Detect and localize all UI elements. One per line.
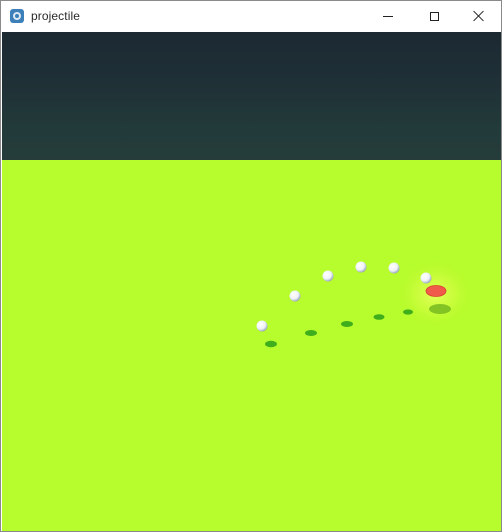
target-shadow (429, 304, 451, 314)
maximize-button[interactable] (411, 1, 457, 31)
projectile (388, 262, 400, 274)
title-bar[interactable]: projectile (1, 1, 501, 31)
projectile-shadow (265, 340, 277, 348)
maximize-icon (429, 11, 439, 21)
projectile (322, 270, 334, 282)
projectile (256, 320, 268, 332)
projectile-shadow (305, 330, 317, 336)
app-window: projectile (0, 0, 502, 532)
minimize-button[interactable] (365, 1, 411, 31)
minimize-icon (383, 15, 393, 17)
godot-engine-icon (10, 9, 24, 23)
projectile-shadow (341, 321, 353, 327)
target-marker[interactable] (425, 285, 447, 297)
projectile (355, 261, 367, 273)
projectile (289, 290, 301, 302)
game-viewport[interactable] (2, 32, 501, 531)
scene-layer (256, 260, 473, 348)
window-title: projectile (31, 9, 81, 23)
projectile (420, 272, 432, 284)
close-icon (473, 10, 485, 22)
projectile-shadow (373, 314, 385, 320)
projectile-shadow (403, 309, 413, 315)
close-button[interactable] (456, 1, 502, 31)
